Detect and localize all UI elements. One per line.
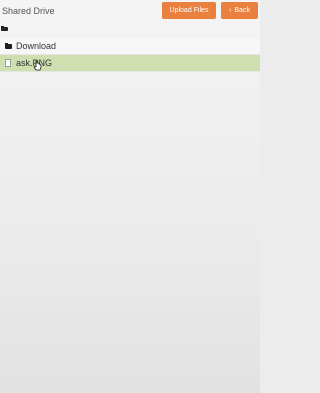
shared-drive-panel: Shared Drive Upload Files ‹ Back Downloa… — [0, 0, 260, 393]
hand-cursor-icon — [33, 60, 42, 71]
list-item-download[interactable]: Download — [0, 38, 260, 55]
file-icon — [5, 59, 11, 67]
back-button[interactable]: ‹ Back — [221, 2, 258, 19]
folder-icon — [5, 43, 12, 49]
back-button-label: Back — [234, 7, 250, 14]
upload-files-button[interactable]: Upload Files — [162, 2, 216, 19]
page-title: Shared Drive — [2, 6, 55, 16]
chevron-left-icon: ‹ — [229, 7, 232, 14]
list-item-label: Download — [16, 41, 57, 51]
header: Shared Drive Upload Files ‹ Back — [0, 0, 260, 22]
breadcrumb — [0, 23, 260, 36]
folder-icon[interactable] — [1, 26, 8, 31]
